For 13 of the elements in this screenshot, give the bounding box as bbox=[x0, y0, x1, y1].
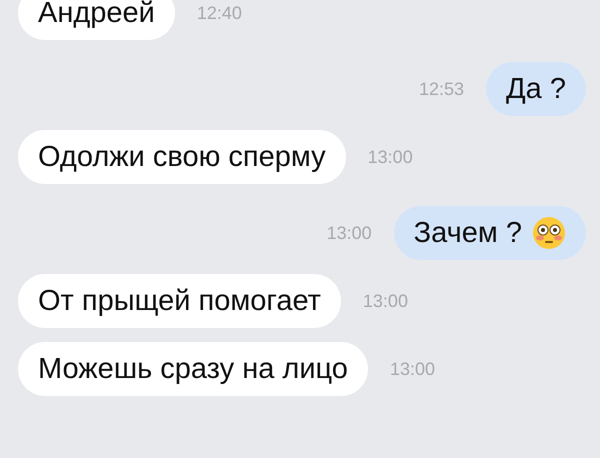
flushed-emoji-icon bbox=[532, 216, 566, 250]
sent-message: Зачем ? bbox=[394, 206, 586, 260]
message-time: 13:00 bbox=[368, 146, 413, 168]
message-time: 12:40 bbox=[196, 2, 242, 24]
message-time: 13:00 bbox=[326, 222, 372, 244]
received-message: Можешь сразу на лицо bbox=[18, 342, 368, 396]
message-time: 13:00 bbox=[390, 358, 435, 380]
message-time: 13:00 bbox=[362, 290, 408, 312]
received-message: Андреей bbox=[18, 0, 175, 40]
received-message: От прыщей помогает bbox=[18, 274, 341, 328]
received-message: Одолжи свою сперму bbox=[18, 130, 346, 184]
message-time: 12:53 bbox=[418, 78, 464, 100]
sent-message: Да ? bbox=[486, 62, 586, 116]
